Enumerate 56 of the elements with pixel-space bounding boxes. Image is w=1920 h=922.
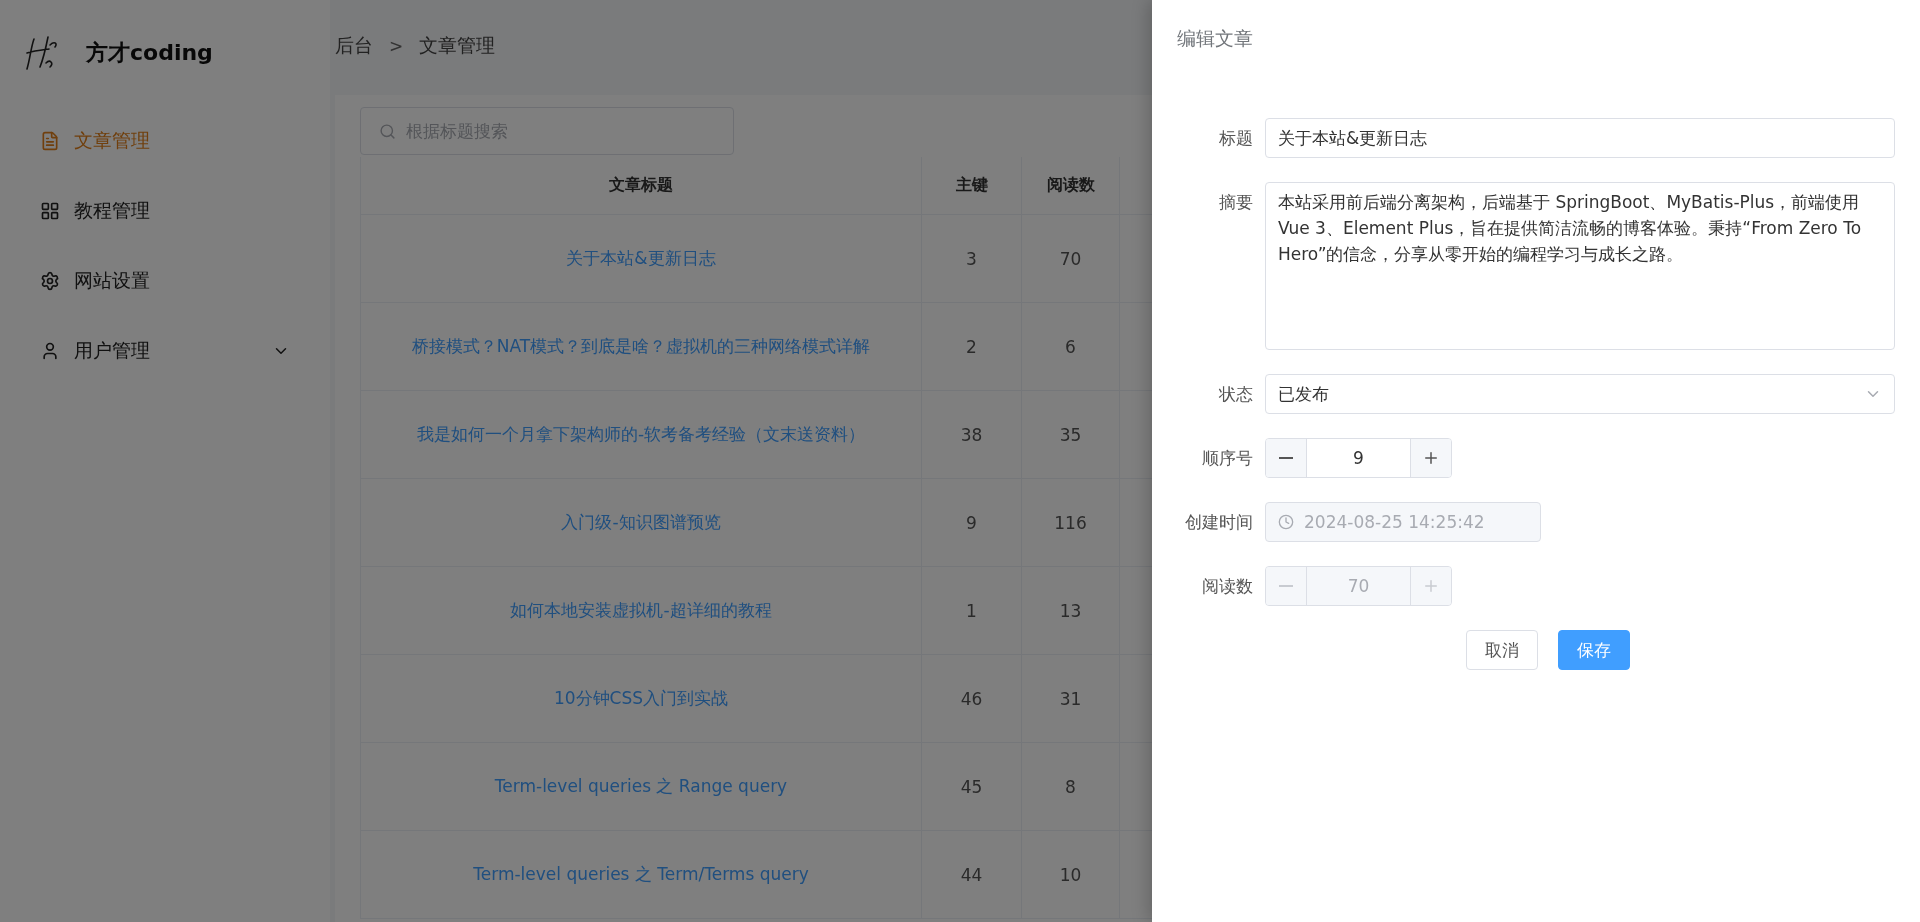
article-title-link[interactable]: 10分钟CSS入门到实战 bbox=[361, 655, 922, 742]
table-cell: 8 bbox=[1022, 743, 1120, 830]
article-title-link[interactable]: 如何本地安装虚拟机-超详细的教程 bbox=[361, 567, 922, 654]
brand-name: 方才coding bbox=[86, 39, 213, 67]
minus-icon bbox=[1279, 457, 1293, 459]
field-label: 状态 bbox=[1218, 383, 1254, 406]
summary-textarea[interactable]: 本站采用前后端分离架构，后端基于 SpringBoot、MyBatis-Plus，前端使用 Vue 3、Element Plus，旨在提供简洁流畅的博客体验。秉持“From Zero To Hero”的信念，分享从零开始的编程学习与成长之路。 bbox=[1265, 182, 1895, 350]
field-label: 阅读数 bbox=[1201, 575, 1254, 598]
table-cell: 46 bbox=[922, 655, 1022, 742]
table-cell: 116 bbox=[1022, 479, 1120, 566]
clock-icon bbox=[1278, 514, 1294, 530]
column-header: 主键 bbox=[922, 157, 1022, 214]
table-cell: 44 bbox=[922, 831, 1022, 918]
search-icon bbox=[379, 122, 396, 140]
table-cell: 45 bbox=[922, 743, 1022, 830]
column-header: 阅读数 bbox=[1022, 157, 1120, 214]
table-cell: 3 bbox=[922, 215, 1022, 302]
sidebar-item[interactable]: 网站设置 bbox=[0, 246, 330, 316]
increment-button[interactable] bbox=[1410, 439, 1451, 477]
cancel-button[interactable]: 取消 bbox=[1466, 630, 1538, 670]
column-header: 文章标题 bbox=[361, 157, 922, 214]
sidebar-item[interactable]: 文章管理 bbox=[0, 106, 330, 176]
table-cell: 2 bbox=[922, 303, 1022, 390]
drawer-title: 编辑文章 bbox=[1177, 26, 1253, 51]
plus-icon bbox=[1422, 577, 1440, 595]
table-cell: 70 bbox=[1022, 215, 1120, 302]
breadcrumb-separator: > bbox=[389, 35, 404, 56]
field-label: 创建时间 bbox=[1184, 511, 1254, 534]
article-title-link[interactable]: Term-level queries 之 Range query bbox=[361, 743, 922, 830]
sidebar-item[interactable]: 用户管理 bbox=[0, 316, 330, 386]
field-label: 标题 bbox=[1218, 127, 1254, 150]
sidebar-item[interactable]: 教程管理 bbox=[0, 176, 330, 246]
decrement-button[interactable] bbox=[1266, 439, 1307, 477]
article-title-link[interactable]: 入门级-知识图谱预览 bbox=[361, 479, 922, 566]
breadcrumb-item: 文章管理 bbox=[419, 32, 496, 58]
save-button[interactable]: 保存 bbox=[1558, 630, 1630, 670]
table-cell: 13 bbox=[1022, 567, 1120, 654]
table-cell: 35 bbox=[1022, 391, 1120, 478]
table-cell: 38 bbox=[922, 391, 1022, 478]
table-cell: 31 bbox=[1022, 655, 1120, 742]
field-label: 顺序号 bbox=[1201, 447, 1254, 470]
status-select[interactable]: 已发布 bbox=[1265, 374, 1895, 414]
article-title-link[interactable]: 关于本站&更新日志 bbox=[361, 215, 922, 302]
table-cell: 1 bbox=[922, 567, 1022, 654]
title-input[interactable]: 关于本站&更新日志 bbox=[1265, 118, 1895, 158]
number-input[interactable]: 9 bbox=[1265, 438, 1452, 478]
minus-icon bbox=[1279, 585, 1293, 587]
plus-icon bbox=[1422, 449, 1440, 467]
article-title-link[interactable]: 桥接模式？NAT模式？到底是啥？虚拟机的三种网络模式详解 bbox=[361, 303, 922, 390]
table-cell: 10 bbox=[1022, 831, 1120, 918]
breadcrumb-item[interactable]: 后台 bbox=[335, 32, 373, 59]
article-title-link[interactable]: Term-level queries 之 Term/Terms query bbox=[361, 831, 922, 918]
table-cell: 9 bbox=[922, 479, 1022, 566]
field-label: 摘要 bbox=[1218, 191, 1254, 214]
article-title-link[interactable]: 我是如何一个月拿下架构师的-软考备考经验（文末送资料） bbox=[361, 391, 922, 478]
table-cell: 6 bbox=[1022, 303, 1120, 390]
